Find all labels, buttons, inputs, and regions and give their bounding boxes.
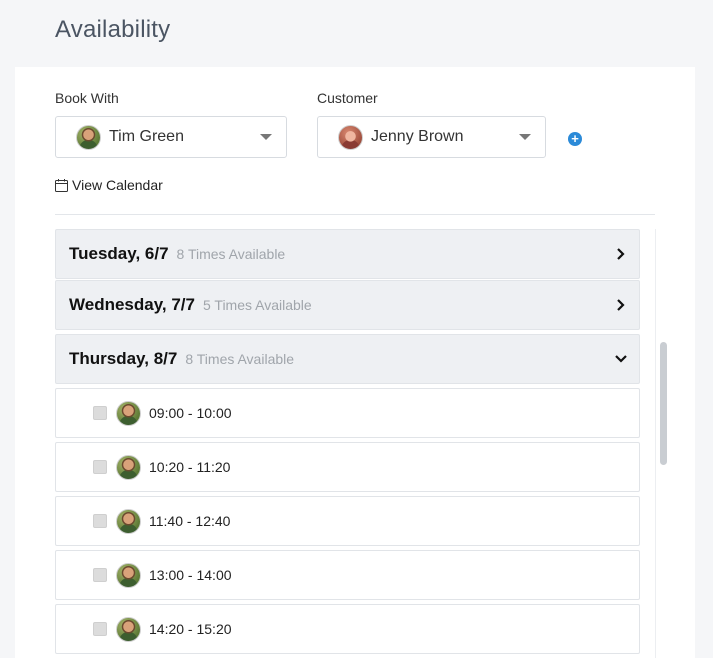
day-row-wednesday[interactable]: Wednesday, 7/7 5 Times Available [55, 280, 640, 330]
slot-time: 10:20 - 11:20 [149, 459, 231, 475]
times-available: 8 Times Available [185, 351, 295, 367]
divider [55, 214, 655, 215]
customer-avatar [338, 124, 363, 150]
customer-value: Jenny Brown [371, 128, 464, 145]
scrollbar-thumb[interactable] [660, 342, 667, 465]
staff-avatar [76, 124, 101, 150]
staff-avatar [116, 454, 141, 480]
view-calendar-link[interactable]: View Calendar [55, 177, 163, 193]
chevron-right-icon [617, 299, 625, 311]
chevron-down-icon [615, 355, 627, 363]
chevron-right-icon [617, 248, 625, 260]
staff-avatar [116, 562, 141, 588]
day-row-thursday[interactable]: Thursday, 8/7 8 Times Available [55, 334, 640, 384]
customer-select[interactable]: Jenny Brown [317, 116, 546, 158]
time-slot-row[interactable]: 11:40 - 12:40 [55, 496, 640, 546]
times-available: 5 Times Available [202, 297, 312, 313]
staff-avatar [116, 508, 141, 534]
chevron-down-icon [519, 134, 531, 140]
slot-time: 09:00 - 10:00 [149, 405, 232, 421]
day-name: Wednesday, 7/7 [69, 295, 195, 314]
view-calendar-label: View Calendar [72, 177, 163, 193]
add-customer-button[interactable]: + [568, 132, 582, 146]
time-slot-row[interactable]: 13:00 - 14:00 [55, 550, 640, 600]
scrollbar-track[interactable] [655, 229, 670, 658]
time-slot-row[interactable]: 10:20 - 11:20 [55, 442, 640, 492]
slot-time: 13:00 - 14:00 [149, 567, 232, 583]
calendar-icon [55, 178, 68, 192]
slot-checkbox[interactable] [93, 568, 107, 582]
slot-checkbox[interactable] [93, 514, 107, 528]
day-row-tuesday[interactable]: Tuesday, 6/7 8 Times Available [55, 229, 640, 279]
chevron-down-icon [260, 134, 272, 140]
slot-time: 11:40 - 12:40 [149, 513, 231, 529]
slot-time: 14:20 - 15:20 [149, 621, 232, 637]
time-slot-row[interactable]: 14:20 - 15:20 [55, 604, 640, 654]
times-available: 8 Times Available [176, 246, 286, 262]
availability-card: Book With Tim Green Customer Jenny Brown… [15, 67, 695, 658]
availability-list: Tuesday, 6/7 8 Times Available Wednesday… [55, 229, 670, 658]
day-name: Tuesday, 6/7 [69, 244, 169, 263]
slot-checkbox[interactable] [93, 460, 107, 474]
book-with-value: Tim Green [109, 128, 184, 145]
customer-label: Customer [317, 90, 378, 106]
day-name: Thursday, 8/7 [69, 349, 178, 368]
staff-avatar [116, 616, 141, 642]
book-with-select[interactable]: Tim Green [55, 116, 287, 158]
slot-checkbox[interactable] [93, 622, 107, 636]
staff-avatar [116, 400, 141, 426]
time-slot-row[interactable]: 09:00 - 10:00 [55, 388, 640, 438]
slot-checkbox[interactable] [93, 406, 107, 420]
plus-circle-icon: + [571, 131, 579, 146]
page-title: Availability [55, 16, 171, 43]
book-with-label: Book With [55, 90, 119, 106]
